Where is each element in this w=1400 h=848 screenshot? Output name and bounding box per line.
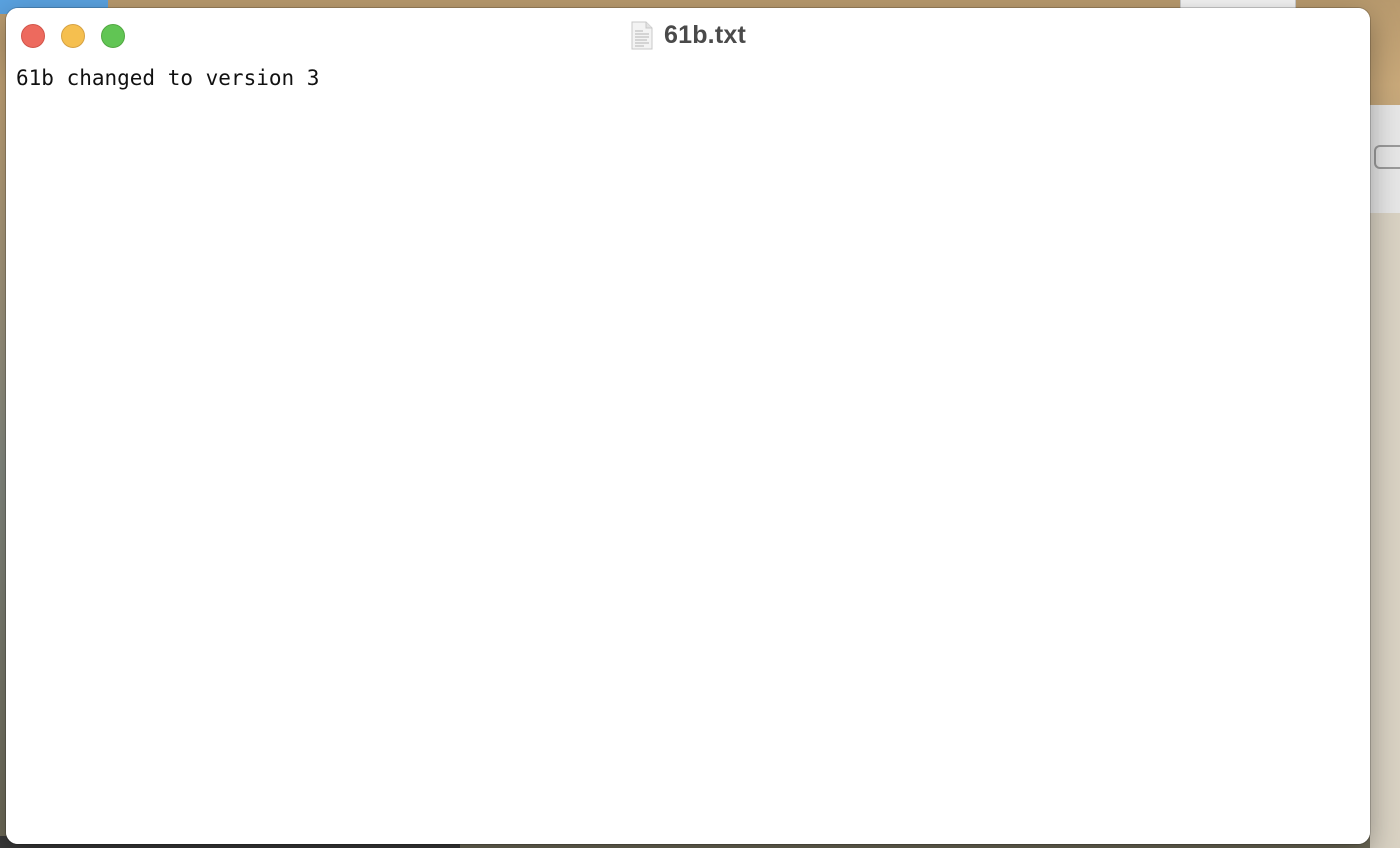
textedit-window: 61b.txt 61b changed to version 3 <box>6 8 1370 844</box>
background-icon <box>1374 145 1400 169</box>
desktop-background-fragment <box>1370 213 1400 848</box>
title-bar[interactable]: 61b.txt <box>6 8 1370 60</box>
text-document-icon[interactable] <box>630 21 654 50</box>
window-title-group: 61b.txt <box>6 20 1370 50</box>
window-title: 61b.txt <box>664 20 746 49</box>
document-text[interactable]: 61b changed to version 3 <box>16 64 319 92</box>
text-editor-area[interactable]: 61b changed to version 3 <box>6 60 1370 844</box>
